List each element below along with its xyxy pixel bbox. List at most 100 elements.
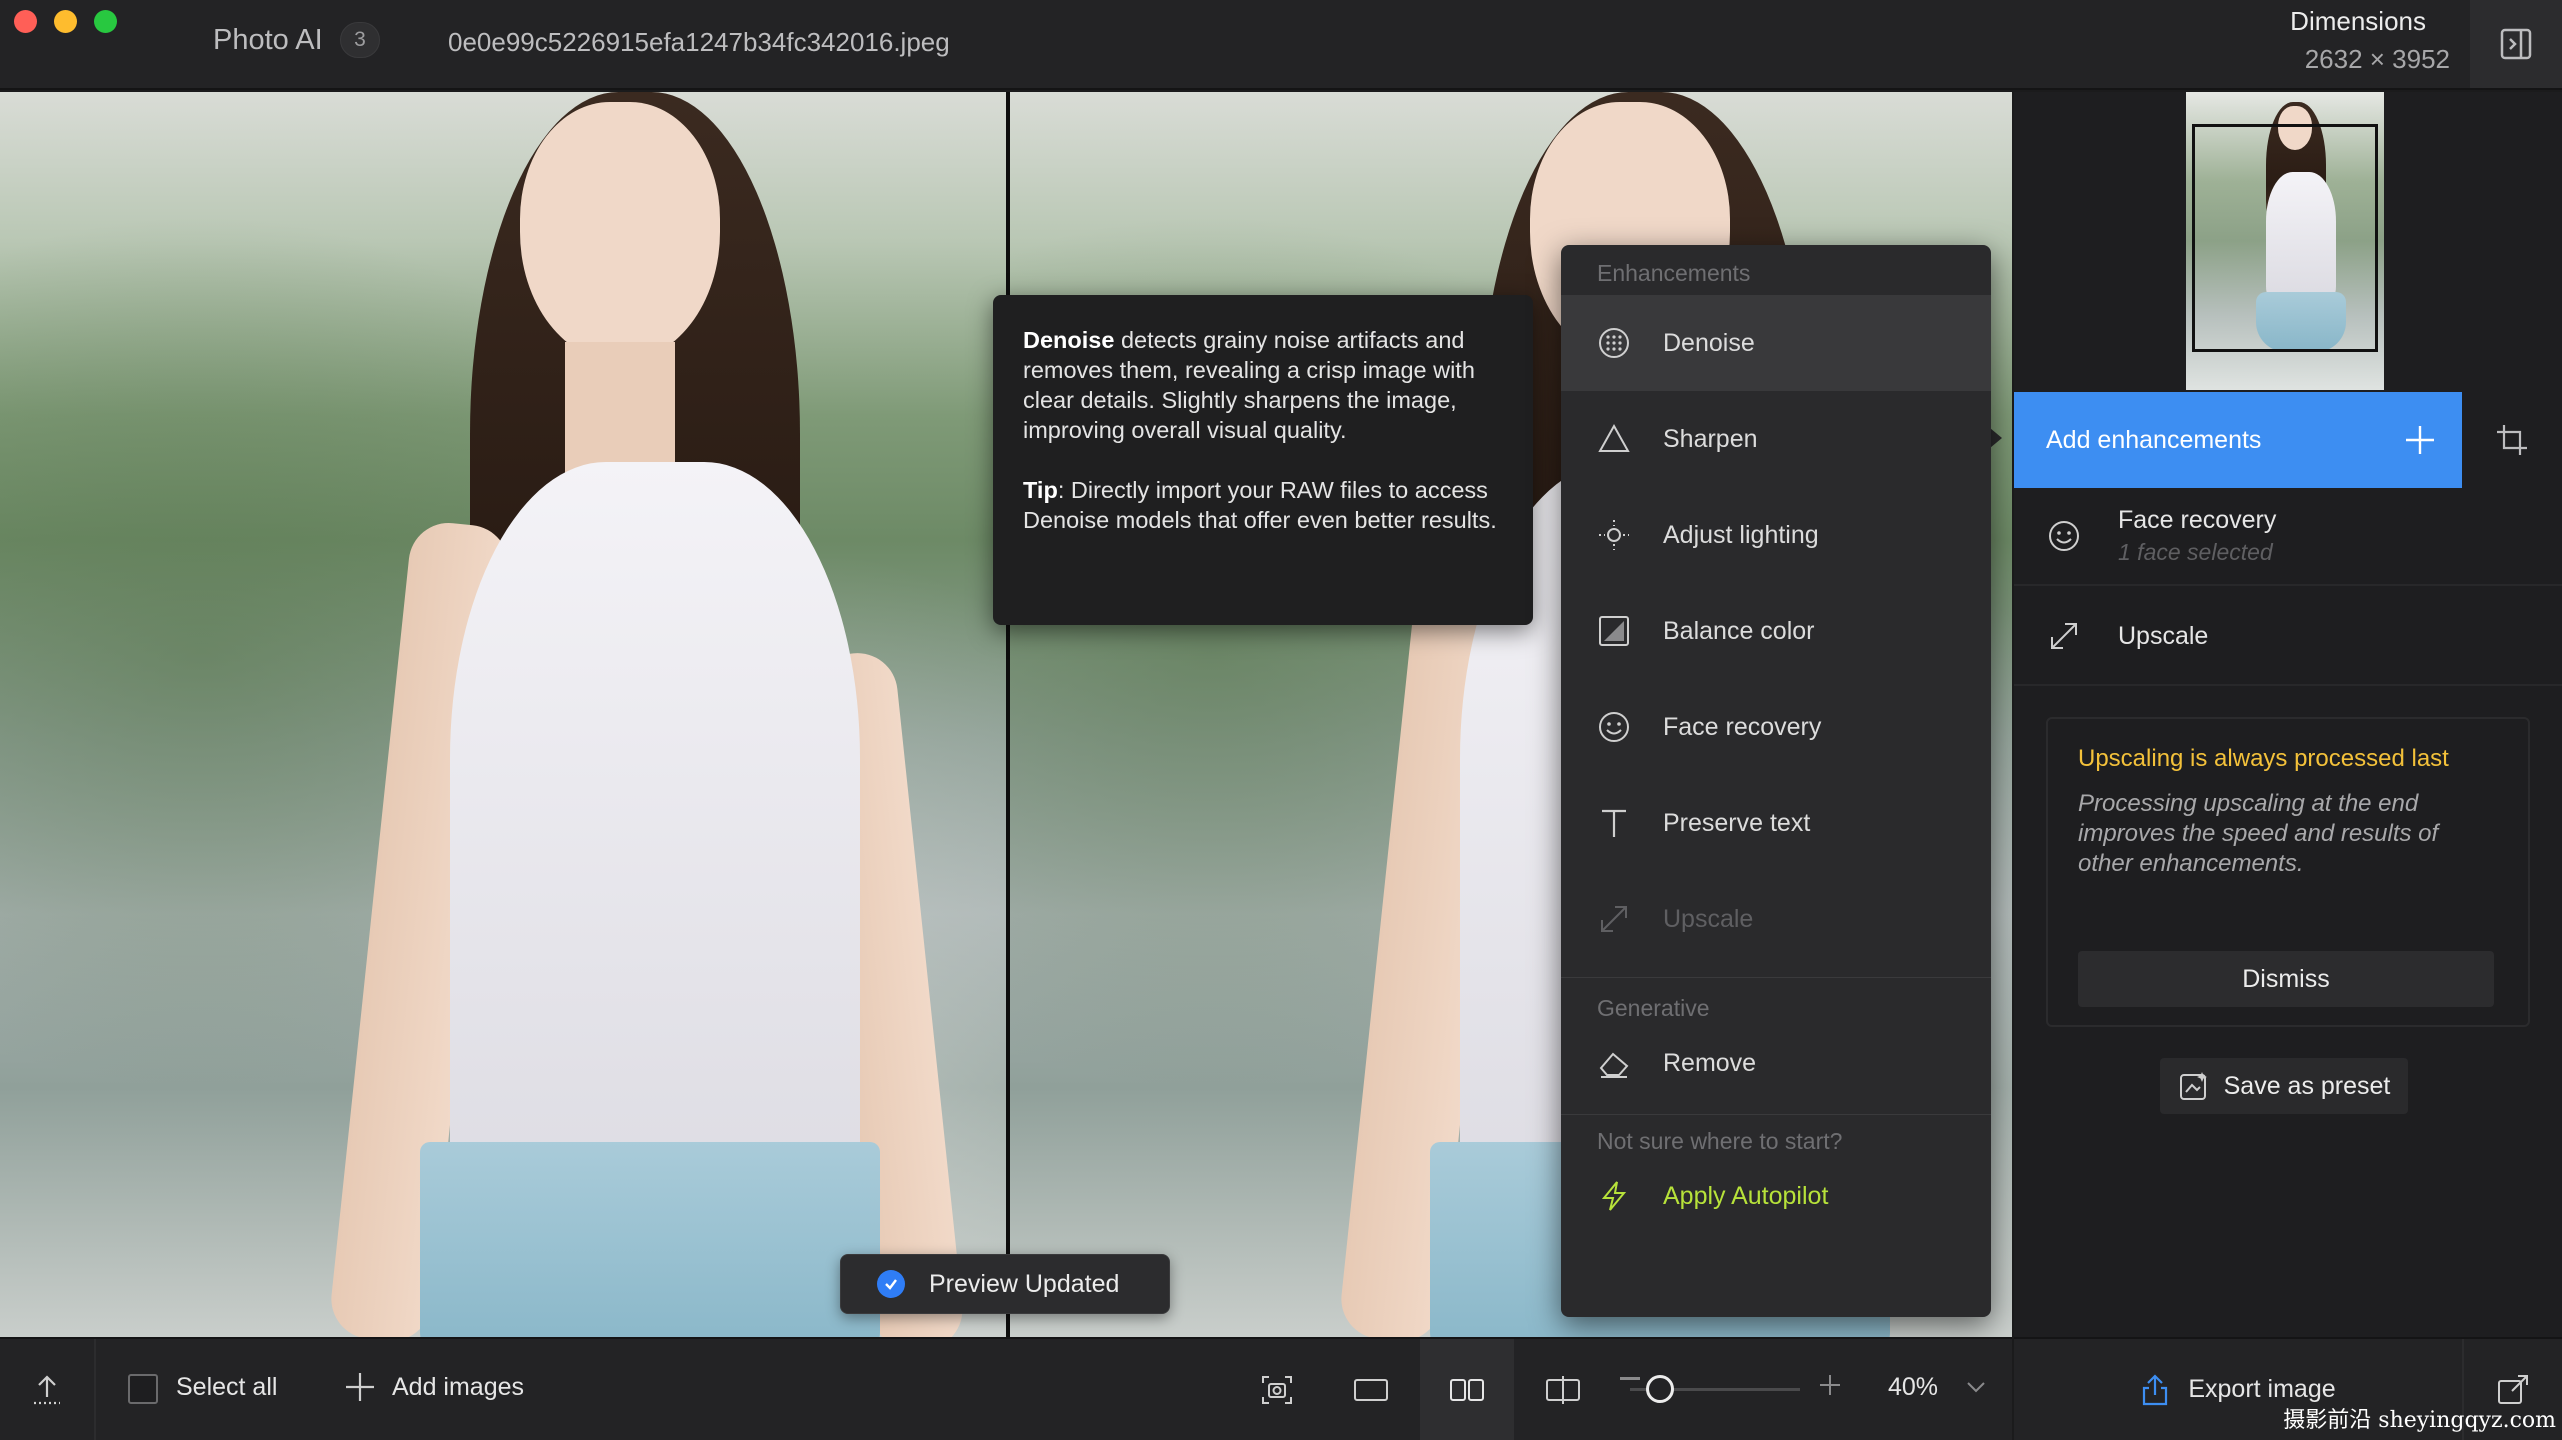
split-view-icon	[1546, 1375, 1580, 1404]
menu-section-enhancements: Enhancements	[1597, 260, 1751, 286]
denoise-icon	[1595, 324, 1633, 362]
balance-icon	[1595, 612, 1633, 650]
tooltip-tip-body: : Directly import your RAW files to acce…	[1023, 477, 1497, 533]
menu-item-balance-color[interactable]: Balance color	[1561, 583, 1991, 679]
plus-icon	[346, 1373, 374, 1401]
autopilot-label: Apply Autopilot	[1663, 1181, 1829, 1210]
smiley-icon	[1595, 708, 1633, 746]
maximize-window-button[interactable]	[94, 10, 117, 33]
menu-item-upscale: Upscale	[1561, 871, 1991, 967]
zoom-dropdown[interactable]	[1964, 1375, 1988, 1399]
close-window-button[interactable]	[14, 10, 37, 33]
toast-label: Preview Updated	[929, 1269, 1120, 1298]
check-icon	[877, 1270, 905, 1298]
menu-item-label: Sharpen	[1663, 424, 1758, 453]
zoom-value[interactable]: 40%	[1888, 1373, 1938, 1402]
enhancements-menu: Enhancements Denoise Sharpen Adjust ligh…	[1561, 245, 1991, 1317]
sun-icon	[1595, 516, 1633, 554]
right-panel: Add enhancements Face recovery 1 face se…	[2014, 92, 2562, 1337]
expand-icon	[2044, 616, 2084, 656]
plus-icon	[2402, 422, 2438, 458]
side-by-side-view-button[interactable]	[1420, 1339, 1514, 1440]
camera-icon	[1262, 1375, 1292, 1404]
plus-icon	[1820, 1375, 1840, 1395]
preview-updated-toast: Preview Updated	[840, 1254, 1170, 1314]
upload-icon	[34, 1374, 60, 1404]
original-photo	[0, 92, 1006, 1337]
menu-item-preserve-text[interactable]: Preserve text	[1561, 775, 1991, 871]
apply-autopilot-button[interactable]: Apply Autopilot	[1561, 1155, 1991, 1237]
crop-button[interactable]	[2462, 392, 2562, 488]
menu-item-remove[interactable]: Remove	[1561, 1022, 1991, 1104]
menu-item-label: Adjust lighting	[1663, 520, 1819, 549]
menu-item-denoise[interactable]: Denoise	[1561, 295, 1991, 391]
preset-icon	[2179, 1072, 2207, 1100]
menu-item-label: Denoise	[1663, 328, 1755, 357]
text-icon	[1595, 804, 1633, 842]
menu-pointer	[1990, 428, 2002, 448]
select-all-checkbox[interactable]	[128, 1374, 158, 1404]
snapshot-button[interactable]	[1230, 1339, 1324, 1440]
triangle-icon	[1595, 420, 1633, 458]
share-icon	[2143, 1373, 2168, 1405]
bottom-toolbar: Select all Add images 40%	[0, 1337, 2012, 1440]
export-label: Export image	[2188, 1375, 2336, 1403]
zoom-in-button[interactable]	[1818, 1373, 1842, 1397]
crop-icon	[2497, 425, 2527, 455]
side-by-side-icon	[1450, 1378, 1484, 1401]
enhancement-title: Face recovery	[2118, 506, 2277, 534]
menu-item-face-recovery[interactable]: Face recovery	[1561, 679, 1991, 775]
viewport-frame[interactable]	[2192, 124, 2378, 352]
add-enhancements-label: Add enhancements	[2046, 425, 2262, 454]
smiley-icon	[2044, 516, 2084, 556]
minimize-window-button[interactable]	[54, 10, 77, 33]
zoom-slider-handle[interactable]	[1646, 1375, 1674, 1403]
navigator-thumbnail[interactable]	[2186, 92, 2384, 390]
lightning-icon	[1595, 1177, 1633, 1215]
select-all-label[interactable]: Select all	[176, 1373, 277, 1402]
watermark-text: 摄影前沿 sheyingqyz.com	[2283, 1408, 2556, 1433]
chevron-down-icon	[1967, 1382, 1985, 1393]
enhancement-subtitle: 1 face selected	[2118, 539, 2273, 565]
expand-icon	[1595, 900, 1633, 938]
menu-item-adjust-lighting[interactable]: Adjust lighting	[1561, 487, 1991, 583]
denoise-tooltip: Denoise detects grainy noise artifacts a…	[993, 295, 1533, 625]
split-view-button[interactable]	[1516, 1339, 1610, 1440]
dimensions-value: 2632 × 3952	[2304, 44, 2450, 74]
app-title: Photo AI	[213, 24, 323, 56]
single-view-button[interactable]	[1324, 1339, 1418, 1440]
eraser-icon	[1595, 1044, 1633, 1082]
save-as-preset-button[interactable]: Save as preset	[2160, 1058, 2408, 1114]
menu-item-label: Remove	[1663, 1048, 1757, 1077]
menu-section-generative: Generative	[1597, 995, 1710, 1021]
info-body: Processing upscaling at the end improves…	[2078, 790, 2439, 877]
menu-item-sharpen[interactable]: Sharpen	[1561, 391, 1991, 487]
image-count-badge[interactable]: 3	[340, 22, 380, 58]
single-view-icon	[1354, 1378, 1388, 1401]
autopilot-prompt: Not sure where to start?	[1597, 1128, 1843, 1154]
enhancement-title: Upscale	[2118, 621, 2209, 650]
tooltip-tip-label: Tip	[1023, 477, 1058, 503]
add-enhancements-button[interactable]: Add enhancements	[2014, 392, 2462, 488]
menu-item-label: Balance color	[1663, 616, 1815, 645]
upscale-info-card: Upscaling is always processed last Proce…	[2046, 717, 2530, 1027]
panel-toggle-button[interactable]	[2470, 0, 2562, 88]
dismiss-button[interactable]: Dismiss	[2078, 951, 2494, 1007]
menu-item-label: Preserve text	[1663, 808, 1811, 837]
share-button[interactable]	[0, 1339, 96, 1440]
save-preset-label: Save as preset	[2223, 1071, 2391, 1100]
zoom-out-button[interactable]	[1620, 1377, 1640, 1380]
title-bar: Photo AI 3 0e0e99c5226915efa1247b34fc342…	[0, 0, 2562, 90]
info-title: Upscaling is always processed last	[2078, 745, 2449, 772]
menu-item-label: Upscale	[1663, 904, 1754, 933]
menu-item-label: Face recovery	[1663, 712, 1822, 741]
add-images-button[interactable]: Add images	[344, 1367, 524, 1407]
tooltip-title: Denoise	[1023, 327, 1115, 353]
sidebar-toggle-icon	[2500, 28, 2532, 60]
menu-divider	[1561, 977, 1991, 978]
menu-divider	[1561, 1114, 1991, 1115]
enhancement-upscale[interactable]: Upscale	[2014, 588, 2562, 686]
enhancement-face-recovery[interactable]: Face recovery 1 face selected	[2014, 488, 2562, 586]
add-images-label: Add images	[392, 1372, 525, 1401]
file-name: 0e0e99c5226915efa1247b34fc342016.jpeg	[448, 27, 950, 57]
